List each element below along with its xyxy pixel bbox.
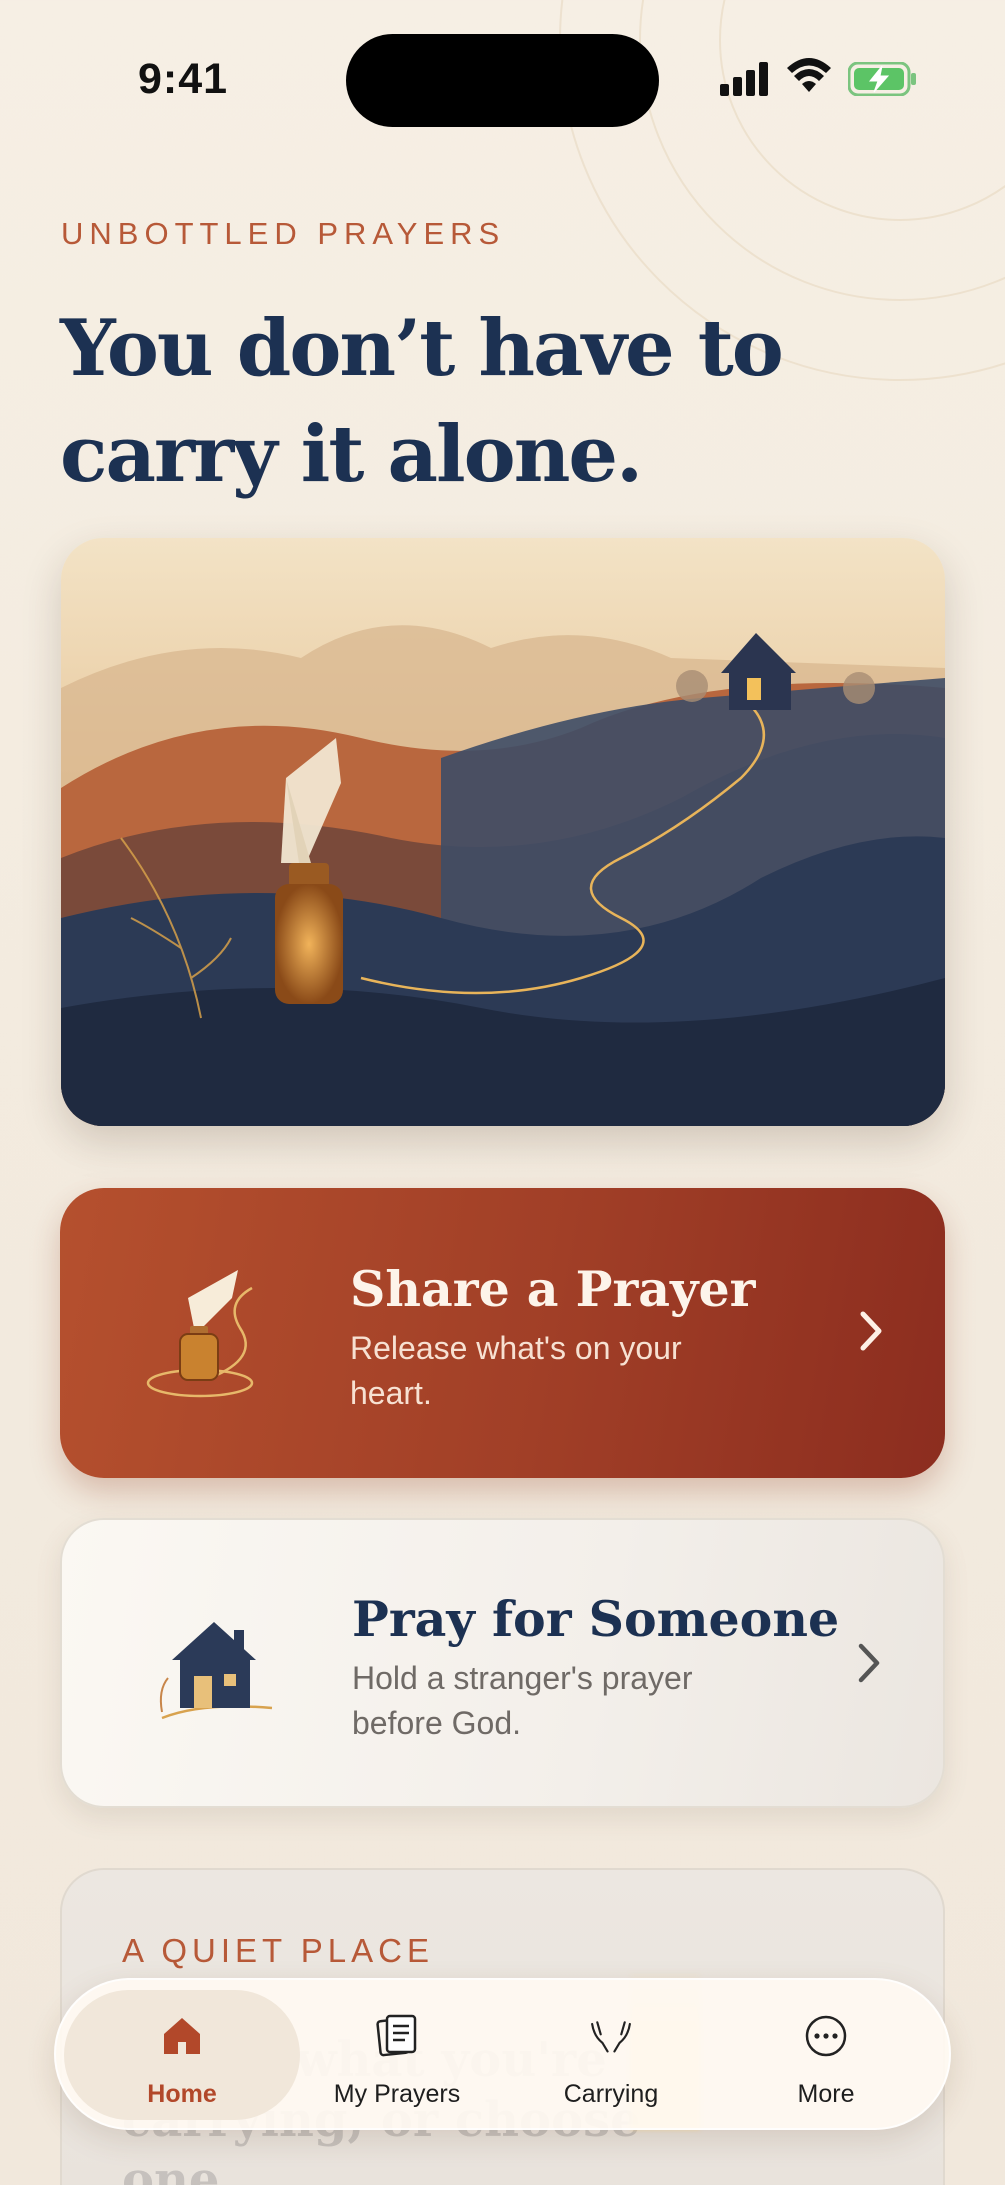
chevron-right-icon (858, 1643, 880, 1683)
tab-home[interactable]: Home (72, 1980, 292, 2132)
share-prayer-title: Share a Prayer (350, 1260, 756, 1318)
share-prayer-subtitle: Release what's on your heart. (350, 1330, 682, 1411)
pray-for-someone-title: Pray for Someone (352, 1590, 840, 1648)
share-prayer-card[interactable]: Share a Prayer Release what's on your he… (60, 1188, 945, 1478)
quiet-place-eyebrow: A QUIET PLACE (122, 1932, 434, 1969)
tab-more-label: More (797, 2080, 855, 2108)
wifi-icon (787, 58, 831, 92)
tab-bar: Home My Prayers Carrying More (54, 1978, 951, 2130)
tab-my-prayers-label: My Prayers (333, 2080, 461, 2108)
status-bar: 9:41 (0, 0, 1005, 140)
dynamic-island (346, 34, 659, 127)
tab-more[interactable]: More (716, 1980, 936, 2132)
tab-carrying[interactable]: Carrying (501, 1980, 721, 2132)
bottle-icon (146, 1270, 254, 1398)
pray-for-someone-card[interactable]: Pray for Someone Hold a stranger's praye… (60, 1518, 945, 1808)
tab-home-label: Home (147, 2080, 217, 2108)
page-title: You don’t have to carry it alone. (60, 303, 784, 500)
house-icon (159, 1622, 273, 1720)
hero-illustration (61, 538, 945, 1126)
notes-icon (376, 2014, 417, 2057)
praying-hands-icon (591, 2021, 631, 2053)
app-eyebrow: UNBOTTLED PRAYERS (61, 216, 506, 251)
tab-my-prayers[interactable]: My Prayers (287, 1980, 507, 2132)
chevron-right-icon (860, 1311, 882, 1351)
status-time: 9:41 (138, 55, 229, 103)
signal-icon (720, 62, 768, 96)
home-icon (164, 2018, 200, 2054)
more-icon (805, 2015, 847, 2057)
pray-for-someone-subtitle: Hold a stranger's prayer before God. (352, 1660, 693, 1741)
tab-carrying-label: Carrying (563, 2080, 659, 2108)
battery-icon (848, 62, 916, 96)
